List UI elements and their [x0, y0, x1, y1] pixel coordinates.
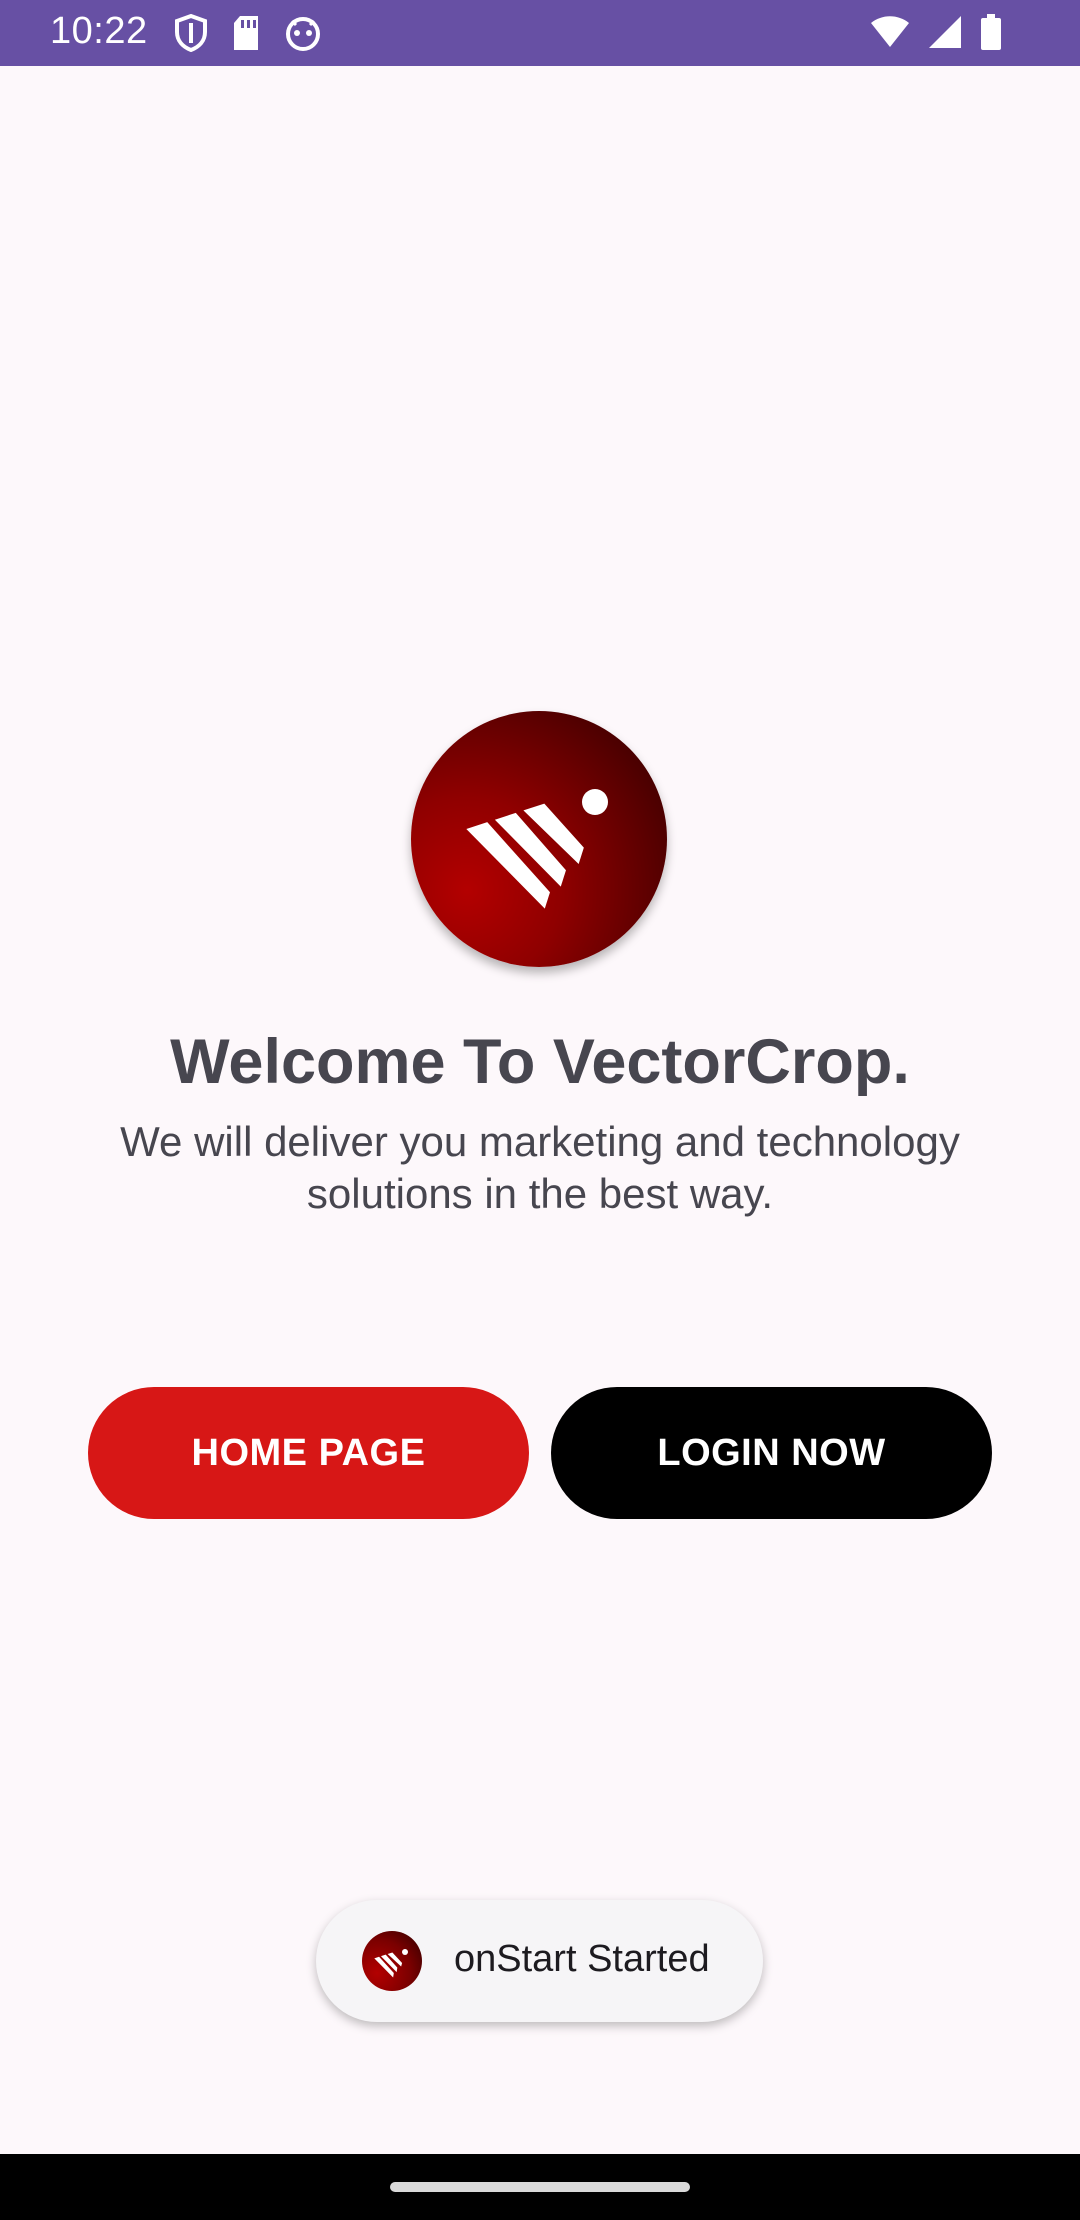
android-debug-icon: [284, 15, 322, 51]
welcome-title: Welcome To VectorCrop.: [170, 1027, 910, 1097]
status-icons-left: [174, 14, 322, 52]
shield-icon: [174, 14, 208, 52]
cell-signal-icon: [928, 15, 962, 49]
status-icons-right: [870, 14, 1002, 50]
toast-message: onStart Started: [316, 1900, 763, 2022]
app-icon: [362, 1931, 422, 1991]
sd-card-icon: [232, 15, 260, 51]
login-now-button[interactable]: LOGIN NOW: [551, 1387, 992, 1519]
subtitle-line-2: solutions in the best way.: [306, 1170, 774, 1217]
status-time: 10:22: [50, 10, 148, 52]
logo-mark-icon: [466, 789, 608, 909]
battery-icon: [980, 14, 1002, 50]
wifi-icon: [870, 15, 910, 49]
home-page-button[interactable]: HOME PAGE: [88, 1387, 529, 1519]
home-gesture-handle[interactable]: [390, 2182, 690, 2192]
navigation-bar: [0, 2154, 1080, 2220]
vectorcrop-logo: [411, 711, 667, 967]
status-bar: 10:22: [0, 0, 1080, 66]
welcome-subtitle: We will deliver you marketing and techno…: [80, 1116, 1000, 1220]
subtitle-line-1: We will deliver you marketing and techno…: [120, 1118, 960, 1165]
toast-text: onStart Started: [454, 1938, 710, 1980]
